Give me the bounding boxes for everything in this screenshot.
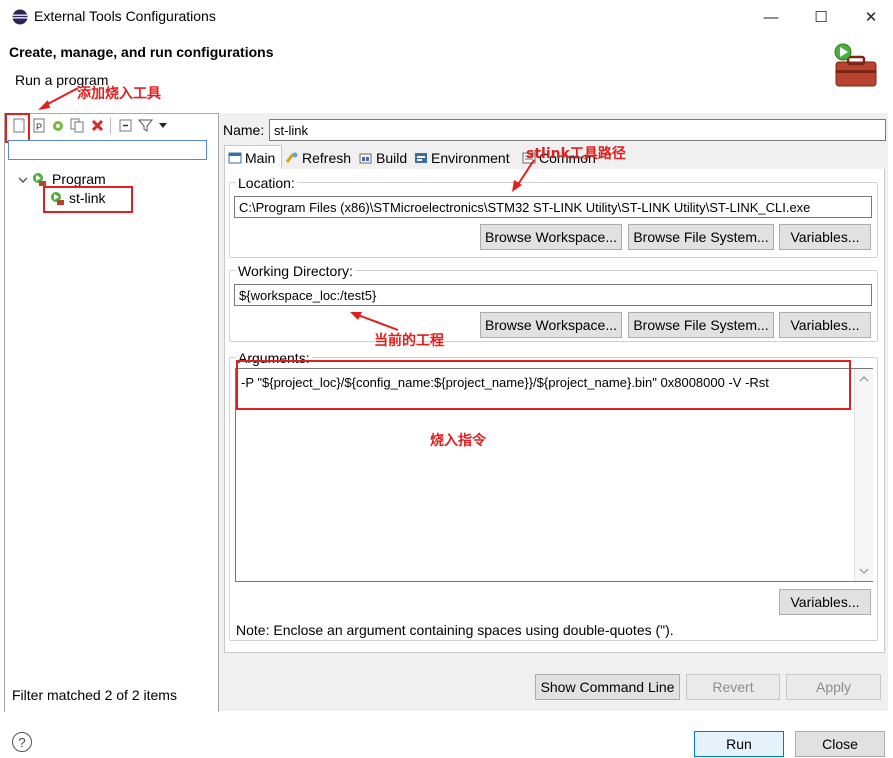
close-window-button[interactable]: ✕ [856, 4, 886, 30]
tab-label: Build [376, 150, 408, 166]
environment-tab-icon [415, 153, 427, 163]
annotation-burn-command: 烧入指令 [430, 433, 486, 449]
location-variables-button[interactable]: Variables... [779, 224, 871, 250]
scroll-up-icon[interactable] [859, 375, 869, 383]
toolbox-run-icon [834, 43, 877, 87]
tree-item-st-link[interactable]: st-link [48, 189, 130, 209]
annotation-arrow-add-tool [38, 87, 79, 110]
left-toolbar: P [4, 114, 217, 138]
arguments-variables-button[interactable]: Variables... [779, 589, 871, 615]
svg-text:P: P [36, 122, 42, 132]
run-button[interactable]: Run [694, 731, 784, 757]
tab-main[interactable]: Main [228, 147, 275, 169]
annotation-arrow-current-project [350, 312, 399, 331]
new-prototype-icon[interactable]: P [32, 118, 47, 133]
location-browse-filesystem-button[interactable]: Browse File System... [628, 224, 774, 250]
view-menu-icon[interactable] [156, 118, 171, 133]
apply-button[interactable]: Apply [786, 674, 881, 700]
working-directory-label: Working Directory: [236, 263, 355, 279]
quotes-note: Note: Enclose an argument containing spa… [236, 622, 674, 638]
filter-input[interactable] [8, 140, 207, 160]
filter-icon[interactable] [138, 118, 153, 133]
duplicate-configuration-icon[interactable] [70, 118, 85, 133]
annotation-highlight-new-button [5, 113, 30, 143]
workdir-browse-filesystem-button[interactable]: Browse File System... [628, 312, 774, 338]
filter-status: Filter matched 2 of 2 items [12, 687, 177, 703]
show-command-line-button[interactable]: Show Command Line [535, 674, 680, 700]
build-tab-icon [359, 153, 372, 164]
name-input[interactable]: st-link [269, 119, 886, 141]
external-tool-icon [33, 173, 46, 186]
tab-label: Environment [431, 150, 510, 166]
location-label: Location: [236, 175, 297, 191]
annotation-current-project: 当前的工程 [374, 333, 444, 349]
external-tool-icon [51, 192, 64, 205]
delete-configuration-icon[interactable] [90, 118, 105, 133]
tree-item-label: Program [52, 171, 106, 187]
collapse-all-icon[interactable] [118, 118, 133, 133]
workdir-variables-button[interactable]: Variables... [779, 312, 871, 338]
tab-label: Main [245, 150, 276, 166]
tab-label: Refresh [302, 150, 352, 166]
location-input[interactable]: C:\Program Files (x86)\STMicroelectronic… [234, 196, 872, 218]
main-tab-icon [228, 152, 242, 164]
location-browse-workspace-button[interactable]: Browse Workspace... [480, 224, 622, 250]
name-label: Name: [223, 122, 265, 138]
workdir-browse-workspace-button[interactable]: Browse Workspace... [480, 312, 622, 338]
refresh-tab-icon [285, 152, 298, 163]
tab-build[interactable]: Build [359, 147, 407, 169]
tree-item-label: st-link [69, 190, 106, 206]
scroll-down-icon[interactable] [859, 567, 869, 575]
export-configuration-icon[interactable] [51, 118, 66, 133]
annotation-stlink-path: stlink工具路径 [526, 146, 626, 162]
eclipse-icon [12, 9, 28, 25]
annotation-highlight-arguments [236, 360, 851, 410]
tab-refresh[interactable]: Refresh [285, 147, 351, 169]
window-title: External Tools Configurations [34, 8, 216, 24]
chevron-down-icon[interactable] [18, 175, 28, 185]
close-button[interactable]: Close [795, 731, 885, 757]
tab-environment[interactable]: Environment [414, 147, 510, 169]
maximize-button[interactable]: ☐ [806, 4, 836, 30]
arguments-scrollbar[interactable] [854, 369, 873, 581]
annotation-arrow-stlink-path [512, 159, 535, 192]
annotation-add-tool: 添加烧入工具 [77, 86, 161, 102]
minimize-button[interactable]: — [756, 4, 786, 30]
help-icon[interactable]: ? [12, 732, 32, 752]
dialog-title: Create, manage, and run configurations [9, 44, 274, 60]
revert-button[interactable]: Revert [686, 674, 780, 700]
toolbar-separator [110, 118, 111, 134]
working-directory-input[interactable]: ${workspace_loc:/test5} [234, 284, 872, 306]
